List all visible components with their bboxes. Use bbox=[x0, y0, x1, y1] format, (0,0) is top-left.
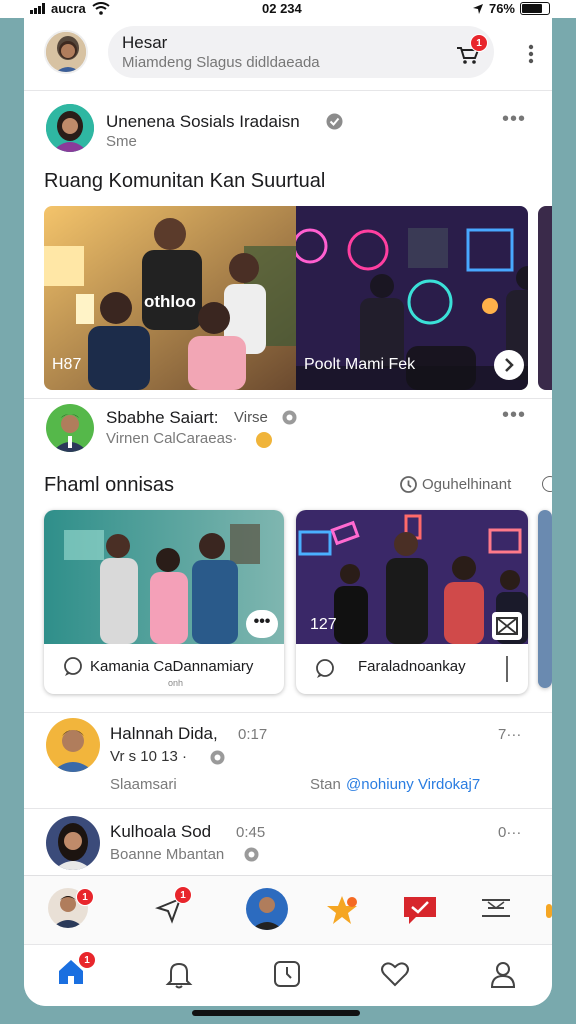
status-time: 02 234 bbox=[262, 1, 302, 16]
post2-name-suffix: Virse bbox=[234, 409, 268, 426]
carousel-next-button[interactable] bbox=[494, 350, 524, 380]
section2-link[interactable]: Oguhelhinant bbox=[422, 476, 511, 493]
post3-meta-right[interactable]: 7··· bbox=[498, 726, 521, 743]
card2-divider bbox=[506, 656, 508, 682]
post4-time: 0:45 bbox=[236, 824, 266, 841]
post4-globe-icon bbox=[244, 847, 259, 862]
card1-sub: onh bbox=[168, 678, 184, 688]
post4-author-avatar[interactable] bbox=[46, 816, 100, 870]
profile-avatar[interactable] bbox=[44, 30, 88, 74]
wifi-icon bbox=[92, 2, 110, 15]
action-bar: 1 1 bbox=[24, 875, 552, 944]
badge-icon bbox=[282, 410, 297, 425]
section2-title: Fhaml onnisas bbox=[44, 474, 175, 496]
send-button[interactable]: 1 bbox=[154, 886, 192, 926]
tab-home[interactable]: 1 bbox=[56, 951, 96, 993]
community-card-2[interactable]: 127 Faraladnoankay bbox=[296, 510, 528, 694]
action-center-avatar[interactable] bbox=[246, 888, 288, 930]
signal-icon bbox=[30, 3, 45, 14]
post3-line3-left: Slaamsari bbox=[110, 776, 177, 793]
status-bar: aucra 02 234 76% bbox=[0, 0, 576, 18]
post3-mention-link[interactable]: @nohiuny Virdokaj7 bbox=[346, 776, 480, 793]
post3-line3-mid: Stan bbox=[310, 776, 341, 793]
smile-icon bbox=[256, 432, 272, 448]
community-card-peek[interactable] bbox=[538, 510, 552, 688]
home-badge: 1 bbox=[78, 951, 96, 969]
post3-globe-icon bbox=[210, 750, 225, 765]
section2-more-icon[interactable] bbox=[542, 476, 552, 492]
verified-icon bbox=[326, 113, 343, 130]
post2-author-avatar[interactable] bbox=[46, 404, 94, 452]
action-avatar-badge: 1 bbox=[76, 888, 94, 906]
carousel-image-left[interactable]: H87 othloo bbox=[44, 206, 296, 390]
heart-icon[interactable] bbox=[380, 959, 410, 989]
bell-icon[interactable] bbox=[164, 959, 194, 989]
card1-label: Kamania CaDannamiary bbox=[90, 658, 254, 675]
divider-4 bbox=[24, 808, 552, 809]
carousel-image-peek[interactable] bbox=[538, 206, 552, 390]
post-menu-icon[interactable]: ••• bbox=[502, 108, 526, 131]
community-card-1[interactable]: ••• Kamania CaDannamiary onh bbox=[44, 510, 284, 694]
top-bar: Hesar Miamdeng Slagus didldaeada 1 bbox=[24, 18, 552, 90]
notification-button[interactable]: 1 bbox=[456, 34, 488, 66]
post4-sub: Boanne Mbantan bbox=[110, 846, 225, 863]
star-icon[interactable] bbox=[324, 894, 360, 926]
post4-author-name[interactable]: Kulhoala Sod bbox=[110, 822, 211, 842]
clock-tab-icon[interactable] bbox=[272, 959, 302, 989]
notification-badge: 1 bbox=[470, 34, 488, 52]
post2-author-name[interactable]: Sbabhe Saiart: bbox=[106, 408, 218, 428]
more-options-icon[interactable] bbox=[528, 44, 534, 64]
location-icon bbox=[472, 3, 483, 14]
post2-menu-icon[interactable]: ••• bbox=[502, 404, 526, 427]
mail-icon bbox=[496, 617, 518, 635]
card2-label: Faraladnoankay bbox=[358, 658, 466, 675]
battery-percent: 76% bbox=[488, 1, 515, 16]
tab-bar: 1 bbox=[24, 944, 552, 1006]
post-author-name[interactable]: Unenena Sosials Iradaisn bbox=[106, 112, 300, 132]
app-screen: Hesar Miamdeng Slagus didldaeada 1 Unene… bbox=[24, 0, 552, 1006]
post-title: Ruang Komunitan Kan Suurtual bbox=[44, 170, 326, 192]
post-author-sub: Sme bbox=[106, 133, 137, 150]
post3-author-avatar[interactable] bbox=[46, 718, 100, 772]
chevron-right-icon bbox=[505, 358, 514, 372]
divider-2 bbox=[24, 398, 552, 399]
info-icon bbox=[400, 476, 417, 493]
search-title: Hesar bbox=[122, 33, 168, 52]
top-divider bbox=[24, 90, 552, 91]
battery-icon bbox=[520, 2, 550, 15]
search-bar[interactable]: Hesar Miamdeng Slagus didldaeada 1 bbox=[108, 26, 494, 78]
card2-share-button[interactable] bbox=[492, 612, 522, 640]
menu-icon[interactable] bbox=[480, 896, 512, 924]
card2-count: 127 bbox=[310, 616, 337, 633]
post2-sub: Virnen CalCaraeas· bbox=[106, 430, 238, 447]
card1-comment-icon bbox=[64, 657, 82, 676]
search-placeholder: Miamdeng Slagus didldaeada bbox=[122, 54, 320, 71]
carousel-right-label: Poolt Mami Fek bbox=[304, 356, 416, 373]
action-peek-icon bbox=[546, 904, 552, 918]
message-icon[interactable] bbox=[402, 894, 438, 926]
carrier-label: aucra bbox=[51, 1, 86, 16]
post3-time: 0:17 bbox=[238, 726, 268, 743]
card1-comment-button[interactable]: ••• bbox=[246, 610, 278, 638]
shirt-text: othloo bbox=[144, 292, 196, 311]
post3-line2: Vr s 10 13 · bbox=[110, 748, 187, 765]
profile-tab-icon[interactable] bbox=[488, 959, 518, 989]
post3-author-name[interactable]: Halnnah Dida, bbox=[110, 724, 218, 744]
carousel-image-right[interactable]: Poolt Mami Fek bbox=[296, 206, 528, 390]
send-badge: 1 bbox=[174, 886, 192, 904]
divider-3 bbox=[24, 712, 552, 713]
home-indicator bbox=[192, 1010, 360, 1016]
card2-comment-icon bbox=[316, 659, 334, 678]
post4-meta-right[interactable]: 0··· bbox=[498, 824, 521, 841]
post-author-avatar[interactable] bbox=[46, 104, 94, 152]
carousel-left-label: H87 bbox=[52, 356, 82, 373]
